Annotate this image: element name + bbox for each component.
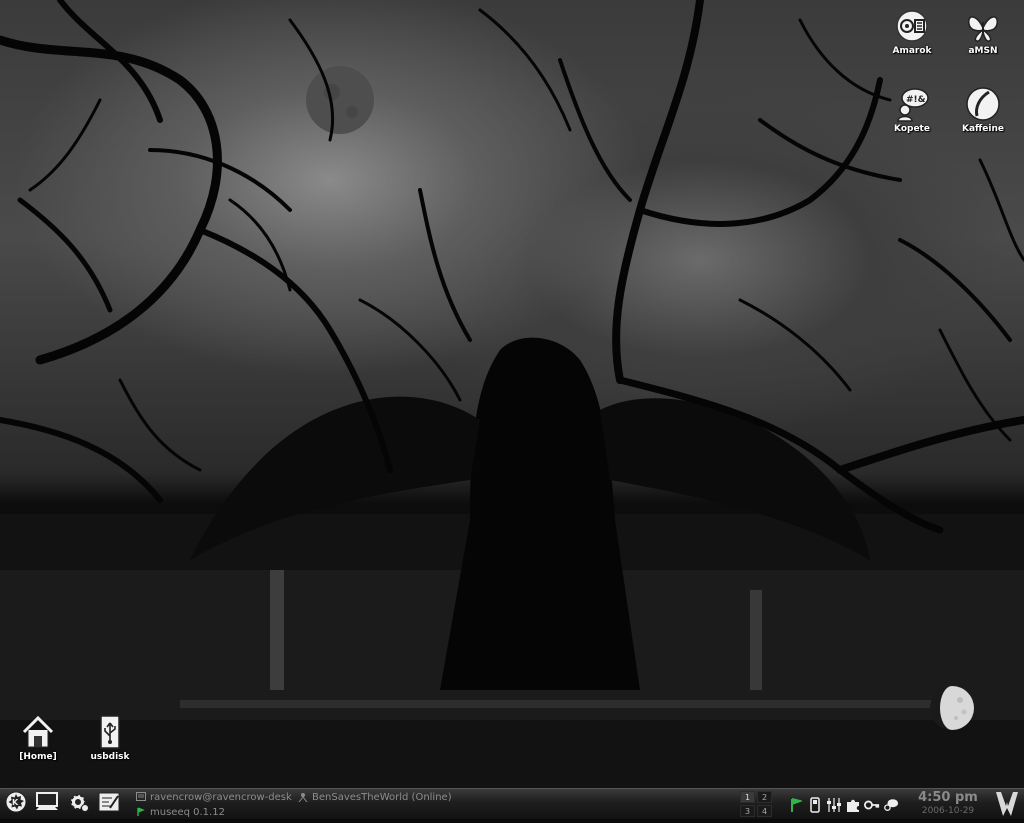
mixer-icon[interactable]: [826, 796, 842, 814]
desktop-icon-label: [Home]: [19, 752, 57, 762]
pager-desktop[interactable]: 3: [740, 805, 755, 817]
desktop-icon-label: Kaffeine: [961, 124, 1005, 134]
chat-icon[interactable]: [883, 796, 899, 814]
desktop-icon-label: usbdisk: [90, 752, 130, 762]
key-icon[interactable]: [864, 796, 880, 814]
system-tray: [786, 792, 904, 817]
desktop-icon-amarok[interactable]: Amarok: [879, 8, 945, 56]
svg-text:K: K: [12, 798, 19, 807]
task-label: ravencrow@ravencrow-desk: [150, 791, 292, 803]
museeq-icon: [136, 807, 146, 817]
task-label: BenSavesTheWorld (Online): [312, 791, 452, 803]
pager-desktop[interactable]: 4: [757, 805, 772, 817]
usb-icon: [92, 714, 128, 750]
butterfly-icon: [965, 8, 1001, 44]
person-icon: [298, 792, 308, 803]
notes-icon: [97, 790, 121, 818]
task-label: museeq 0.1.12: [150, 806, 225, 818]
show-desktop-button[interactable]: [33, 791, 61, 817]
puzzle-icon[interactable]: [845, 796, 861, 814]
kde-menu-button[interactable]: K: [2, 791, 30, 817]
desktop-pager: 1 2 3 4: [740, 791, 774, 818]
task-list: ravencrow@ravencrow-desk BenSavesTheWorl…: [132, 789, 738, 820]
task-button[interactable]: ravencrow@ravencrow-desk: [136, 790, 296, 804]
svg-text:#!&: #!&: [906, 95, 926, 105]
task-button[interactable]: BenSavesTheWorld (Online): [298, 790, 498, 804]
desktop-icon-usbdisk[interactable]: usbdisk: [77, 714, 143, 762]
desktop-icon-label: Amarok: [892, 46, 932, 56]
pager-desktop[interactable]: 2: [757, 791, 772, 803]
speaker-icon: [894, 8, 930, 44]
desktop-icon-label: aMSN: [968, 46, 998, 56]
kde-menu-icon: K: [4, 790, 28, 818]
phone-icon[interactable]: [807, 796, 823, 814]
control-center-button[interactable]: [64, 791, 92, 817]
clock-date: 2006-10-29: [921, 806, 975, 816]
desktop-icon-home[interactable]: [Home]: [5, 714, 71, 762]
terminal-icon: [136, 792, 146, 802]
house-icon: [20, 714, 56, 750]
moon-phase-icon[interactable]: [928, 684, 976, 732]
desktop-wallpaper: [0, 0, 1024, 788]
chat-icon: #!&: [894, 86, 930, 122]
pager-desktop[interactable]: 1: [740, 791, 755, 803]
desktop-icon-amsn[interactable]: aMSN: [950, 8, 1016, 56]
show-desktop-icon: [35, 791, 59, 817]
disc-icon: [965, 86, 1001, 122]
desktop-icon-kopete[interactable]: #!& Kopete: [879, 86, 945, 134]
desktop-icon-kaffeine[interactable]: Kaffeine: [950, 86, 1016, 134]
desktop-icon-label: Kopete: [894, 124, 930, 134]
clock-time: 4:50 pm: [918, 790, 978, 805]
flag-icon[interactable]: [788, 796, 804, 814]
gear-icon: [66, 790, 90, 818]
crow-logo-icon[interactable]: [992, 790, 1022, 819]
notes-button[interactable]: [95, 791, 123, 817]
task-button[interactable]: museeq 0.1.12: [136, 805, 296, 819]
kicker-panel: K ravencrow@ravencrow-desk BenSavesTheWo…: [0, 788, 1024, 819]
clock[interactable]: 4:50 pm 2006-10-29: [908, 790, 988, 817]
